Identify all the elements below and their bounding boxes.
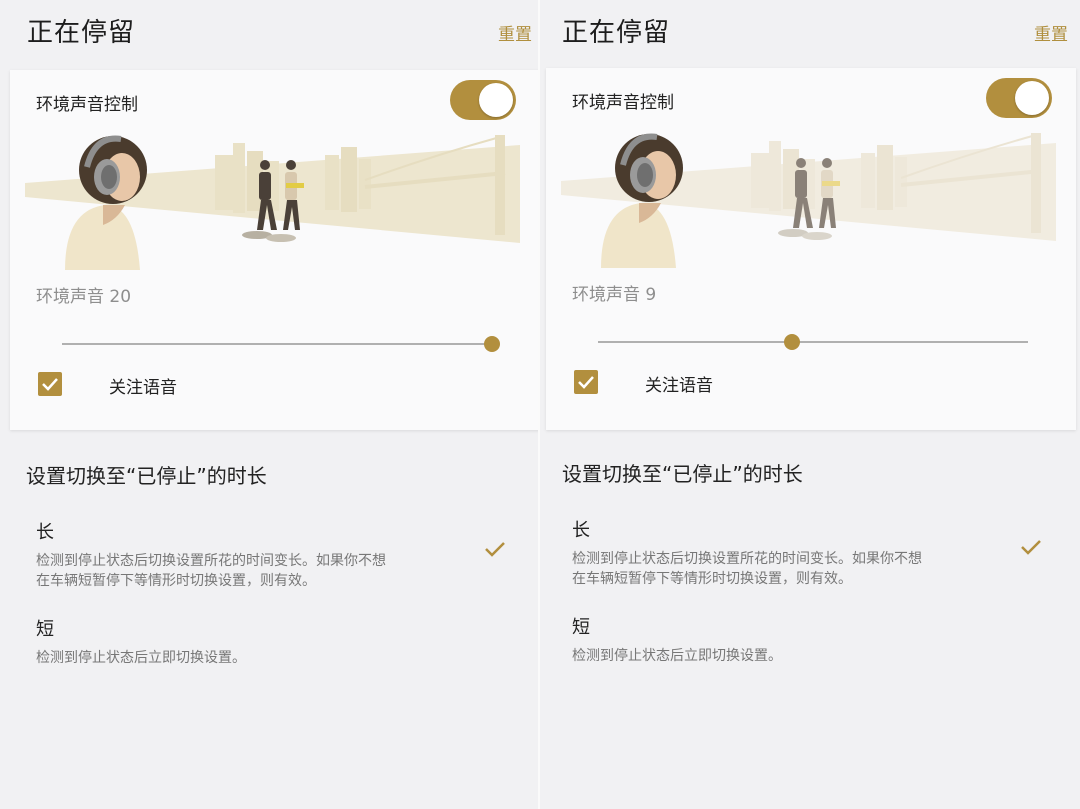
duration-option-long[interactable]: 长 检测到停止状态后切换设置所花的时间变长。如果你不想 在车辆短暂停下等情形时切… xyxy=(36,518,506,591)
duration-option-short[interactable]: 短 检测到停止状态后立即切换设置。 xyxy=(36,615,506,668)
reset-button[interactable]: 重置 xyxy=(498,20,532,45)
left-screen: 正在停留 重置 环境声音控制 环境声音 20 关注语音 设置切换至“已停止”的时… xyxy=(0,0,540,809)
check-icon xyxy=(1021,540,1041,555)
option-description: 检测到停止状态后切换设置所花的时间变长。如果你不想 在车辆短暂停下等情形时切换设… xyxy=(572,549,982,589)
toggle-knob xyxy=(479,83,513,117)
option-title: 短 xyxy=(36,619,54,640)
stop-duration-section-title: 设置切换至“已停止”的时长 xyxy=(26,464,267,488)
option-description-line: 检测到停止状态后切换设置所花的时间变长。如果你不想 xyxy=(572,551,922,567)
right-screen: 正在停留 重置 环境声音控制 环境声音 9 关注语音 设置切换至“已停止”的时长… xyxy=(540,0,1080,809)
ambient-sound-toggle[interactable] xyxy=(986,78,1052,118)
check-icon xyxy=(485,542,505,557)
option-title: 长 xyxy=(36,522,54,543)
focus-on-voice-checkbox[interactable] xyxy=(574,370,598,394)
toggle-knob xyxy=(1015,81,1049,115)
option-description-line: 检测到停止状态后立即切换设置。 xyxy=(572,648,782,664)
focus-on-voice-label: 关注语音 xyxy=(109,378,177,398)
option-title: 短 xyxy=(572,617,590,638)
slider-track xyxy=(62,343,492,345)
option-description: 检测到停止状态后切换设置所花的时间变长。如果你不想 在车辆短暂停下等情形时切换设… xyxy=(36,551,446,591)
page-title: 正在停留 xyxy=(27,18,136,48)
ambient-sound-control-title: 环境声音控制 xyxy=(36,95,138,115)
check-icon xyxy=(578,376,594,389)
ambient-sound-slider[interactable] xyxy=(598,330,1028,354)
slider-thumb[interactable] xyxy=(484,336,500,352)
option-description-line: 检测到停止状态后立即切换设置。 xyxy=(36,650,246,666)
option-description-line: 检测到停止状态后切换设置所花的时间变长。如果你不想 xyxy=(36,553,386,569)
ambient-sound-level-label: 环境声音 9 xyxy=(572,285,657,305)
option-description: 检测到停止状态后立即切换设置。 xyxy=(36,648,446,668)
ambient-sound-toggle[interactable] xyxy=(450,80,516,120)
option-description-line: 在车辆短暂停下等情形时切换设置，则有效。 xyxy=(572,571,852,587)
option-description-line: 在车辆短暂停下等情形时切换设置，则有效。 xyxy=(36,573,316,589)
focus-on-voice-checkbox[interactable] xyxy=(38,372,62,396)
ambient-sound-level-label: 环境声音 20 xyxy=(36,287,132,307)
option-title: 长 xyxy=(572,520,590,541)
ambient-sound-card: 环境声音控制 xyxy=(10,70,540,430)
slider-thumb[interactable] xyxy=(783,334,800,350)
duration-option-short[interactable]: 短 检测到停止状态后立即切换设置。 xyxy=(572,613,1042,666)
check-icon xyxy=(42,378,58,391)
ambient-sound-slider[interactable] xyxy=(62,332,500,356)
duration-option-long[interactable]: 长 检测到停止状态后切换设置所花的时间变长。如果你不想 在车辆短暂停下等情形时切… xyxy=(572,516,1042,589)
page-title: 正在停留 xyxy=(562,18,671,48)
option-description: 检测到停止状态后立即切换设置。 xyxy=(572,646,982,666)
slider-track xyxy=(598,341,1028,343)
stop-duration-section-title: 设置切换至“已停止”的时长 xyxy=(562,462,803,486)
ambient-sound-illustration xyxy=(25,135,520,270)
reset-button[interactable]: 重置 xyxy=(1034,20,1068,45)
ambient-sound-control-title: 环境声音控制 xyxy=(572,93,674,113)
ambient-sound-illustration xyxy=(561,133,1056,268)
focus-on-voice-label: 关注语音 xyxy=(645,376,713,396)
ambient-sound-card: 环境声音控制 xyxy=(546,68,1076,430)
